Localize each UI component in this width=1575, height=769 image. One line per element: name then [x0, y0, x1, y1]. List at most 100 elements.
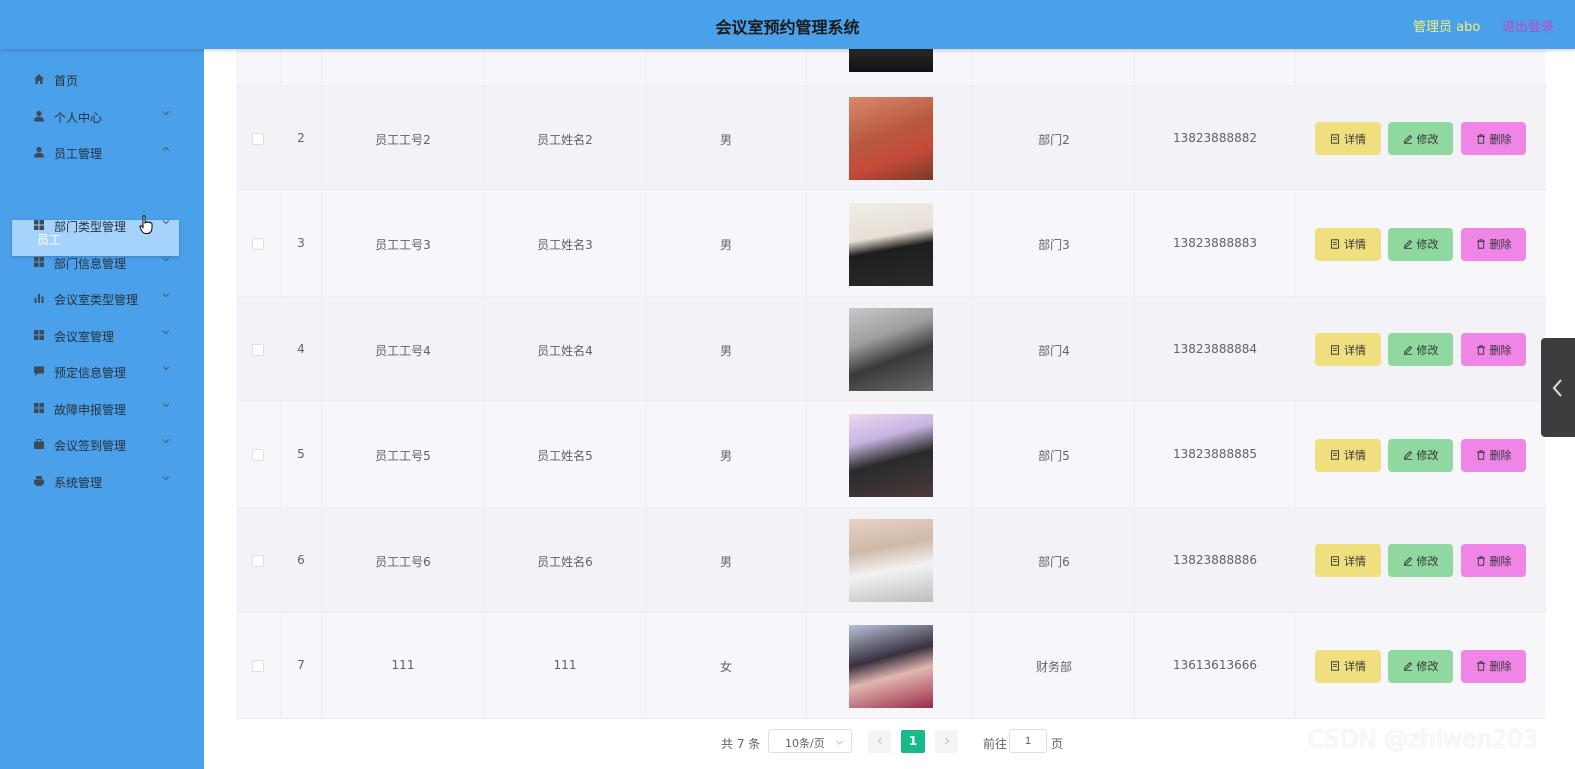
employee-department: 部门4: [1038, 343, 1070, 358]
row-checkbox[interactable]: [252, 660, 264, 672]
employee-gender: 男: [719, 132, 733, 147]
sidebar-item-room-type-management[interactable]: 会议室类型管理: [0, 280, 204, 316]
detail-button[interactable]: 详情: [1315, 122, 1381, 155]
delete-button[interactable]: 删除: [1461, 544, 1526, 577]
sidebar-item-system-management[interactable]: 系统管理: [0, 463, 204, 499]
delete-button[interactable]: 删除: [1461, 438, 1526, 472]
chevron-left-icon: [1552, 379, 1562, 397]
chevron-up-icon: [162, 146, 170, 151]
user-icon: [34, 110, 44, 122]
employee-number: 员工工号4: [375, 343, 431, 358]
sidebar-item-label: 系统管理: [54, 476, 103, 490]
employee-phone: 13823888883: [1173, 236, 1257, 250]
employee-photo: [849, 624, 933, 708]
detail-button-label: 详情: [1344, 660, 1366, 673]
trash-icon: [1476, 344, 1485, 355]
sidebar-item-employee-management[interactable]: 员工管理: [0, 134, 204, 170]
detail-button[interactable]: 详情: [1315, 544, 1381, 577]
employee-gender: 男: [719, 343, 733, 358]
detail-button-label: 详情: [1344, 554, 1366, 568]
employee-table: 2 员工工号2 员工姓名2 男 部门2 13823888882 详情 修改 删除…: [237, 48, 1546, 720]
next-page-button[interactable]: [935, 730, 958, 753]
sidebar-item-label: 员工管理: [54, 147, 103, 161]
row-index: 2: [297, 130, 305, 145]
employee-number: 员工工号2: [375, 132, 431, 147]
detail-button[interactable]: 详情: [1315, 227, 1381, 261]
detail-button-label: 详情: [1344, 132, 1366, 146]
employee-number: 员工工号6: [375, 554, 431, 569]
row-checkbox[interactable]: [252, 554, 264, 567]
delete-button[interactable]: 删除: [1461, 333, 1526, 366]
user-icon: [34, 146, 44, 158]
document-icon: [1331, 555, 1339, 566]
current-page-button[interactable]: 1: [901, 730, 925, 753]
employee-phone: 13823888884: [1173, 341, 1257, 356]
sidebar-item-checkin-management[interactable]: 会议签到管理: [0, 426, 204, 462]
document-icon: [1331, 239, 1339, 249]
pencil-icon: [1403, 239, 1412, 249]
delete-button[interactable]: 删除: [1461, 227, 1526, 261]
prev-page-button[interactable]: [868, 730, 891, 753]
goto-page-input[interactable]: [1009, 729, 1047, 753]
delete-button[interactable]: 删除: [1461, 649, 1526, 683]
pencil-icon: [1403, 556, 1412, 566]
employee-name: 员工姓名2: [537, 132, 593, 147]
employee-department: 部门2: [1038, 132, 1070, 147]
detail-button-label: 详情: [1344, 238, 1366, 251]
row-index: 7: [297, 658, 305, 672]
employee-photo: [849, 202, 933, 286]
sidebar-item-label: 个人中心: [54, 111, 103, 125]
sidebar-item-room-management[interactable]: 会议室管理: [0, 317, 204, 353]
row-checkbox[interactable]: [252, 449, 264, 461]
grid-icon: [34, 330, 44, 340]
table-row: 7 111 111 女 财务部 13613613666 详情 修改 删除: [238, 613, 1546, 719]
edit-button[interactable]: 修改: [1388, 544, 1453, 577]
edit-button[interactable]: 修改: [1388, 333, 1453, 366]
page-size-value: 10条/页: [785, 737, 825, 750]
chevron-left-icon: [877, 737, 882, 745]
sidebar-item-personal-center[interactable]: 个人中心: [0, 98, 204, 134]
total-count: 共 7 条: [721, 737, 761, 751]
row-checkbox[interactable]: [252, 238, 264, 250]
employee-photo: [849, 519, 933, 602]
edit-button[interactable]: 修改: [1388, 122, 1453, 155]
detail-button-label: 详情: [1344, 449, 1366, 462]
sidebar-item-home[interactable]: 首页: [0, 61, 204, 97]
watermark: CSDN @zhiwen203: [1308, 725, 1538, 753]
sidebar-item-booking-management[interactable]: 预定信息管理: [0, 353, 204, 389]
detail-button[interactable]: 详情: [1315, 438, 1381, 472]
home-icon: [34, 74, 44, 84]
employee-phone: 13613613666: [1173, 658, 1257, 672]
trash-icon: [1476, 133, 1485, 144]
document-icon: [1331, 450, 1339, 460]
grid-icon: [34, 403, 44, 413]
edit-button-label: 修改: [1416, 238, 1439, 251]
side-panel-toggle[interactable]: [1541, 338, 1575, 437]
chevron-down-icon: [836, 740, 843, 745]
chevron-down-icon: [162, 293, 170, 298]
sidebar-item-department-type-management[interactable]: 部门类型管理: [0, 207, 204, 243]
edit-button[interactable]: 修改: [1388, 438, 1453, 472]
employee-name: 员工姓名6: [537, 554, 593, 569]
sidebar-item-department-info-management[interactable]: 部门信息管理: [0, 244, 204, 280]
edit-button-label: 修改: [1416, 449, 1439, 462]
row-checkbox[interactable]: [252, 343, 264, 356]
detail-button[interactable]: 详情: [1315, 333, 1381, 366]
edit-button[interactable]: 修改: [1388, 227, 1453, 261]
delete-button[interactable]: 删除: [1461, 122, 1526, 155]
edit-button[interactable]: 修改: [1388, 649, 1453, 683]
logout-link[interactable]: 退出登录: [1502, 16, 1554, 35]
row-index: 3: [297, 236, 305, 250]
chevron-down-icon: [162, 330, 170, 335]
detail-button[interactable]: 详情: [1315, 649, 1381, 683]
employee-number: 111: [391, 658, 415, 672]
row-checkbox[interactable]: [252, 132, 264, 145]
admin-user-label: 管理员 abo: [1413, 20, 1481, 35]
employee-department: 部门6: [1038, 554, 1070, 569]
chat-icon: [34, 366, 44, 376]
sidebar-item-fault-report-management[interactable]: 故障申报管理: [0, 390, 204, 426]
sidebar-item-label: 部门信息管理: [54, 257, 127, 271]
row-index: 5: [297, 447, 305, 461]
page-size-select[interactable]: 10条/页: [768, 729, 852, 753]
trash-icon: [1476, 555, 1485, 566]
